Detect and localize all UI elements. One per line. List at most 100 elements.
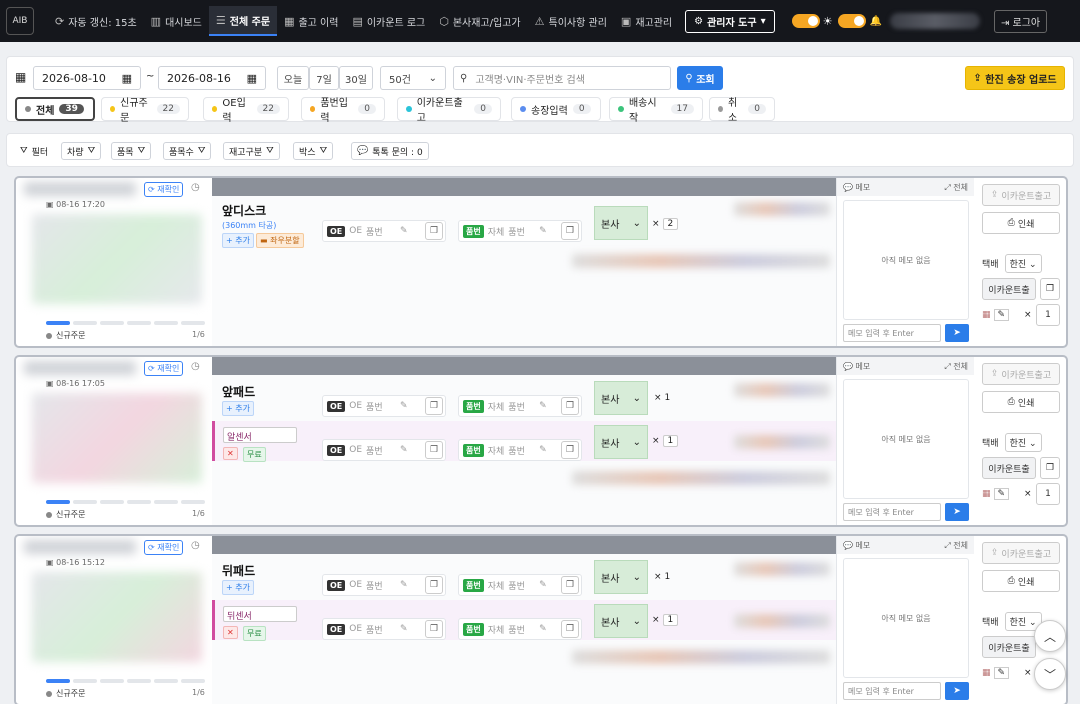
ecount-copy-button[interactable]: 이카운트출: [982, 457, 1036, 479]
part-number-field[interactable]: 품번 자체 품번 ✎ ❐: [458, 220, 582, 242]
pencil-icon[interactable]: ✎: [400, 226, 408, 236]
logout-button[interactable]: ⇥ 로그아: [993, 9, 1048, 33]
nav-dashboard[interactable]: ▥ 대시보드: [144, 6, 209, 36]
filter-chip-item[interactable]: 품목 ⛛: [111, 142, 152, 160]
oe-number-field[interactable]: OE OE 품번 ✎ ❐: [322, 220, 446, 242]
memo-input[interactable]: 메모 입력 후 Enter: [843, 503, 941, 521]
part-number-field[interactable]: 품번 자체 품번 ✎ ❐: [458, 618, 582, 640]
source-select[interactable]: 본사 ⌄: [594, 560, 648, 594]
sub-item-name[interactable]: 알센서: [223, 427, 297, 443]
memo-expand-button[interactable]: ⤢ 전체: [944, 182, 968, 193]
scroll-bottom-button[interactable]: ﹀: [1034, 658, 1066, 690]
status-tab-all[interactable]: 전체 39: [15, 97, 95, 121]
memo-expand-button[interactable]: ⤢ 전체: [944, 540, 968, 551]
pencil-icon[interactable]: ✎: [539, 401, 547, 411]
nav-inventory[interactable]: ▣ 재고관리: [614, 6, 679, 36]
ecount-copy-button[interactable]: 이카운트출: [982, 636, 1036, 658]
send-icon[interactable]: ➤: [945, 503, 969, 521]
ecount-out-button[interactable]: ⇪ 이카운트출고: [982, 363, 1060, 385]
pencil-icon[interactable]: ✎: [539, 445, 547, 455]
add-tag-button[interactable]: + 추가: [222, 580, 254, 595]
filter-chip-stock-type[interactable]: 재고구분 ⛛: [223, 142, 280, 160]
oe-number-field[interactable]: OE OE 품번 ✎ ❐: [322, 395, 446, 417]
filter-chip-box[interactable]: 박스 ⛛: [293, 142, 334, 160]
box-type-field[interactable]: ▦ ✎: [982, 483, 1020, 505]
copy-icon[interactable]: ❐: [425, 620, 443, 638]
copy-icon[interactable]: ❐: [425, 222, 443, 240]
search-input[interactable]: ⚲ 고객명·VIN·주문번호 검색: [453, 66, 671, 90]
copy-icon[interactable]: ❐: [561, 397, 579, 415]
send-icon[interactable]: ➤: [945, 324, 969, 342]
box-qty-input[interactable]: 1: [1036, 304, 1060, 326]
ecount-out-button[interactable]: ⇪ 이카운트출고: [982, 542, 1060, 564]
print-button[interactable]: ⎙ 인쇄: [982, 570, 1060, 592]
quick-30days-button[interactable]: 30일: [339, 66, 373, 90]
pencil-icon[interactable]: ✎: [539, 226, 547, 236]
print-button[interactable]: ⎙ 인쇄: [982, 212, 1060, 234]
oe-number-field[interactable]: OE OE 품번 ✎ ❐: [322, 439, 446, 461]
status-tab-cancel[interactable]: 취소 0: [709, 97, 775, 124]
part-number-field[interactable]: 품번 자체 품번 ✎ ❐: [458, 439, 582, 461]
nav-all-orders[interactable]: ☰ 전체 주문: [208, 6, 278, 36]
ecount-copy-button[interactable]: 이카운트출: [982, 278, 1036, 300]
memo-input[interactable]: 메모 입력 후 Enter: [843, 682, 941, 700]
source-select[interactable]: 본사 ⌄: [594, 206, 648, 240]
add-tag-button[interactable]: + 추가: [222, 401, 254, 416]
reconfirm-badge[interactable]: ⟳ 재확인: [144, 182, 184, 197]
copy-icon[interactable]: ❐: [1040, 278, 1060, 300]
nav-auto-refresh[interactable]: ⟳ 자동 갱신: 15초: [48, 6, 144, 36]
page-size-select[interactable]: 50건 ⌄: [380, 66, 446, 90]
status-tab-shipping[interactable]: 배송시작 17: [609, 97, 703, 124]
quantity-field[interactable]: × 1: [654, 572, 670, 582]
nav-ecount-log[interactable]: ▤ 이카운트 로그: [345, 6, 432, 36]
pencil-icon[interactable]: ✎: [400, 624, 408, 634]
reconfirm-badge[interactable]: ⟳ 재확인: [144, 361, 184, 376]
source-select[interactable]: 본사 ⌄: [594, 604, 648, 638]
quick-today-button[interactable]: 오늘: [277, 66, 309, 90]
box-type-field[interactable]: ▦ ✎: [982, 662, 1020, 684]
status-tab-oe[interactable]: OE입력 22: [203, 97, 289, 124]
part-number-field[interactable]: 품번 자체 품번 ✎ ❐: [458, 395, 582, 417]
box-type-field[interactable]: ▦ ✎: [982, 304, 1020, 326]
copy-icon[interactable]: ❐: [561, 441, 579, 459]
quick-7days-button[interactable]: 7일: [309, 66, 339, 90]
copy-icon[interactable]: ❐: [425, 576, 443, 594]
remove-icon[interactable]: ✕: [223, 447, 238, 460]
scroll-top-button[interactable]: ︿: [1034, 620, 1066, 652]
source-select[interactable]: 본사 ⌄: [594, 425, 648, 459]
copy-icon[interactable]: ❐: [561, 222, 579, 240]
memo-expand-button[interactable]: ⤢ 전체: [944, 361, 968, 372]
date-from-input[interactable]: 2026-08-10 ▦: [33, 66, 141, 90]
pencil-icon[interactable]: ✎: [400, 445, 408, 455]
filter-chip-vehicle[interactable]: 차량 ⛛: [61, 142, 102, 160]
reconfirm-badge[interactable]: ⟳ 재확인: [144, 540, 184, 555]
oe-number-field[interactable]: OE OE 품번 ✎ ❐: [322, 574, 446, 596]
status-tab-partno[interactable]: 품번입력 0: [301, 97, 385, 124]
add-tag-button[interactable]: + 추가: [222, 233, 254, 248]
status-tab-ecount[interactable]: 이카운트출고 0: [397, 97, 501, 124]
quantity-field[interactable]: × 1: [652, 614, 679, 626]
copy-icon[interactable]: ❐: [561, 576, 579, 594]
oe-number-field[interactable]: OE OE 품번 ✎ ❐: [322, 618, 446, 640]
remove-icon[interactable]: ✕: [223, 626, 238, 639]
box-qty-input[interactable]: 1: [1036, 483, 1060, 505]
upload-invoice-button[interactable]: ⇪ 한진 송장 업로드: [965, 66, 1065, 90]
part-number-field[interactable]: 품번 자체 품번 ✎ ❐: [458, 574, 582, 596]
pencil-icon[interactable]: ✎: [539, 580, 547, 590]
nav-hq-stock[interactable]: ⬡ 본사재고/입고가: [432, 6, 527, 36]
quantity-field[interactable]: × 1: [652, 435, 679, 447]
talk-inquiry-chip[interactable]: 💬 톡톡 문의 : 0: [351, 142, 429, 160]
pencil-icon[interactable]: ✎: [400, 580, 408, 590]
status-tab-invoice[interactable]: 송장입력 0: [511, 97, 601, 121]
source-select[interactable]: 본사 ⌄: [594, 381, 648, 415]
ecount-out-button[interactable]: ⇪ 이카운트출고: [982, 184, 1060, 206]
pencil-icon[interactable]: ✎: [539, 624, 547, 634]
copy-icon[interactable]: ❐: [561, 620, 579, 638]
pencil-icon[interactable]: ✎: [400, 401, 408, 411]
status-tab-new[interactable]: 신규주문 22: [101, 97, 189, 124]
sub-item-name[interactable]: 뒤센서: [223, 606, 297, 622]
nav-shipping-history[interactable]: ▦ 출고 이력: [277, 6, 345, 36]
quantity-field[interactable]: × 2: [652, 218, 679, 230]
print-button[interactable]: ⎙ 인쇄: [982, 391, 1060, 413]
notify-toggle[interactable]: [838, 14, 867, 28]
